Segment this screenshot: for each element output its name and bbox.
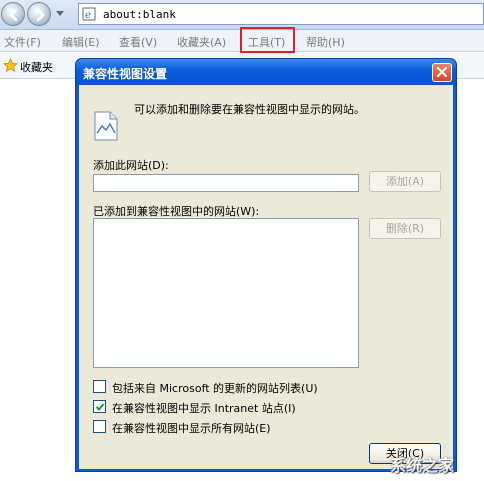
- check-icon: [95, 403, 105, 411]
- site-list[interactable]: [93, 218, 359, 368]
- menu-help[interactable]: 帮助(H): [306, 34, 345, 50]
- menu-view[interactable]: 查看(V): [119, 34, 157, 50]
- dialog-info-text: 可以添加和删除要在兼容性视图中显示的网站。: [134, 103, 365, 116]
- add-button[interactable]: 添加(A): [369, 171, 441, 192]
- remove-button[interactable]: 删除(R): [369, 218, 441, 239]
- favorites-label[interactable]: 收藏夹: [20, 59, 53, 75]
- add-site-label: 添加此网站(D):: [93, 159, 169, 172]
- address-bar[interactable]: e about:blank: [78, 3, 484, 25]
- history-dropdown-icon[interactable]: [56, 11, 64, 16]
- all-sites-label[interactable]: 在兼容性视图中显示所有网站(E): [112, 420, 271, 436]
- page-icon: e: [82, 7, 96, 21]
- star-icon[interactable]: [3, 58, 18, 73]
- back-button[interactable]: [1, 2, 25, 26]
- dialog-title: 兼容性视图设置: [83, 67, 168, 81]
- forward-button[interactable]: [27, 2, 51, 26]
- menu-favorites[interactable]: 收藏夹(A): [177, 34, 226, 50]
- include-ms-list-label[interactable]: 包括来自 Microsoft 的更新的网站列表(U): [112, 380, 318, 396]
- dialog-close-button[interactable]: [432, 63, 452, 82]
- watermark-logo: 系统之家: [390, 456, 455, 475]
- add-site-input[interactable]: [93, 174, 359, 192]
- browser-nav-bar: e about:blank: [0, 0, 484, 30]
- intranet-label[interactable]: 在兼容性视图中显示 Intranet 站点(I): [112, 400, 296, 416]
- include-ms-list-checkbox[interactable]: [93, 380, 106, 393]
- all-sites-checkbox[interactable]: [93, 420, 106, 433]
- menu-file[interactable]: 文件(F): [4, 34, 41, 50]
- back-arrow-icon: [9, 8, 18, 22]
- forward-arrow-icon: [36, 8, 45, 22]
- dialog-titlebar[interactable]: 兼容性视图设置: [76, 59, 456, 85]
- site-list-label: 已添加到兼容性视图中的网站(W):: [93, 205, 260, 218]
- webpage-icon: [94, 111, 118, 141]
- address-text[interactable]: about:blank: [103, 8, 176, 21]
- svg-text:e: e: [85, 10, 91, 21]
- intranet-checkbox[interactable]: [93, 400, 106, 413]
- close-icon: [437, 67, 447, 77]
- compat-view-dialog: 兼容性视图设置 可以添加和删除要在兼容性视图中显示的网站。 添加此网站(D): …: [75, 58, 457, 472]
- menu-edit[interactable]: 编辑(E): [62, 34, 100, 50]
- tools-menu-highlight: [240, 27, 295, 53]
- dialog-body: 可以添加和删除要在兼容性视图中显示的网站。 添加此网站(D): 添加(A) 已添…: [79, 85, 453, 469]
